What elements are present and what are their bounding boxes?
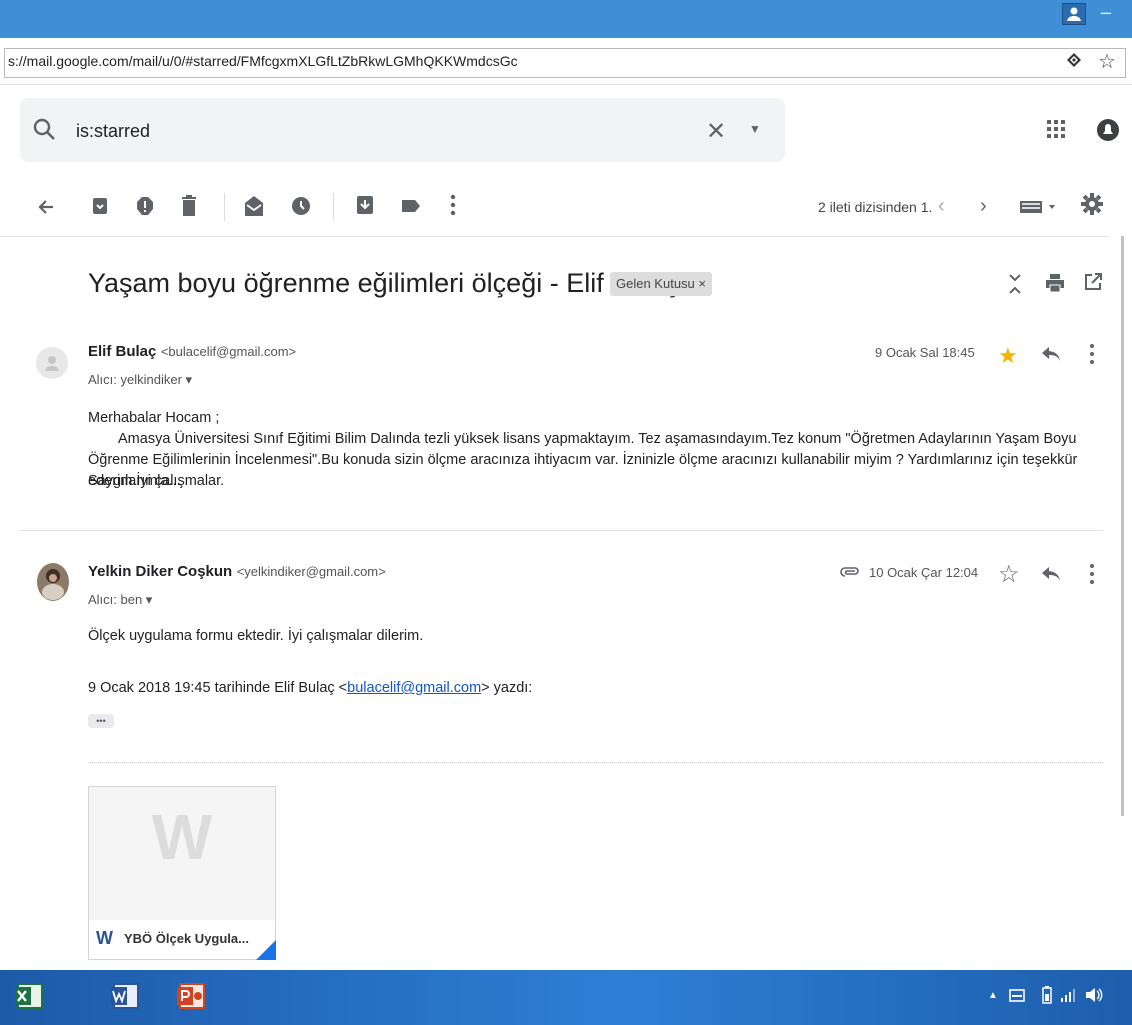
label-icon[interactable] <box>401 198 421 219</box>
previous-page-button[interactable]: ‹ <box>938 195 945 218</box>
archive-icon[interactable] <box>92 196 108 221</box>
search-icon[interactable] <box>32 117 58 143</box>
sender-name[interactable]: Elif Bulaç <box>88 343 156 360</box>
sender-line: Elif Bulaç <bulacelif@gmail.com> <box>88 343 296 361</box>
report-spam-icon[interactable] <box>136 196 154 221</box>
minimize-button[interactable]: – <box>1096 2 1116 22</box>
search-options-icon[interactable]: ▼ <box>749 122 761 136</box>
sender-avatar-photo[interactable] <box>36 562 70 607</box>
quoted-header: 9 Ocak 2018 19:45 tarihinde Elif Bulaç <… <box>88 678 532 699</box>
sender-line: Yelkin Diker Coşkun <yelkindiker@gmail.c… <box>88 563 386 581</box>
next-page-button[interactable]: › <box>980 195 987 218</box>
tray-network-icon[interactable] <box>1009 988 1025 1009</box>
inbox-label-chip[interactable]: Gelen Kutusu × <box>610 272 712 296</box>
toolbar-divider <box>0 236 1110 237</box>
attachment-filename[interactable]: YBÖ Ölçek Uygula... <box>124 931 249 946</box>
search-input[interactable]: is:starred <box>76 121 150 142</box>
attachment-preview-letter: W <box>151 801 213 873</box>
word-taskbar-icon[interactable] <box>110 982 140 1015</box>
window-titlebar <box>0 0 1132 38</box>
message-divider <box>20 530 1103 531</box>
toolbar-separator <box>333 193 334 221</box>
url-text[interactable]: s://mail.google.com/mail/u/0/#starred/FM… <box>8 53 518 69</box>
taskbar <box>0 970 1132 1025</box>
account-icon[interactable] <box>1096 117 1120 143</box>
star-icon-empty[interactable]: ☆ <box>998 560 1020 589</box>
print-icon[interactable] <box>1045 273 1065 298</box>
excel-taskbar-icon[interactable] <box>14 982 44 1015</box>
input-tools-icon[interactable] <box>1019 198 1057 219</box>
quote-suffix: > yazdı: <box>481 680 533 696</box>
apps-grid-icon[interactable] <box>1046 119 1066 139</box>
bookmark-star-icon[interactable]: ☆ <box>1098 49 1116 74</box>
quote-prefix: 9 Ocak 2018 19:45 tarihinde Elif Bulaç < <box>88 680 348 696</box>
sender-email: <bulacelif@gmail.com> <box>160 344 297 359</box>
move-to-icon[interactable] <box>356 195 374 220</box>
reply-icon[interactable] <box>1041 566 1061 587</box>
thread-subject: Yaşam boyu öğrenme eğilimleri ölçeği - E… <box>88 268 679 298</box>
quoted-email-link[interactable]: bulacelif@gmail.com <box>347 680 481 696</box>
show-hidden-icons-arrow[interactable]: ▲ <box>988 990 998 1001</box>
more-options-icon[interactable] <box>450 194 456 221</box>
recipient-line[interactable]: Alıcı: yelkindiker ▾ <box>88 372 192 388</box>
back-arrow-icon[interactable] <box>36 193 56 226</box>
attachment-corner-icon <box>256 940 276 965</box>
reply-icon[interactable] <box>1041 346 1061 367</box>
message-date: 9 Ocak Sal 18:45 <box>875 345 975 360</box>
message-more-icon[interactable] <box>1089 343 1095 370</box>
message-body-paragraph: Amasya Üniversitesi Sınıf Eğitimi Bilim … <box>88 431 1078 489</box>
star-icon-filled[interactable]: ★ <box>998 343 1018 369</box>
user-profile-icon[interactable] <box>1062 3 1086 25</box>
message-body-line: Merhabalar Hocam ; <box>88 410 220 426</box>
toolbar-separator <box>224 193 225 221</box>
pagination-text: 2 ileti dizisinden 1. <box>818 199 933 215</box>
powerpoint-taskbar-icon[interactable] <box>176 982 206 1015</box>
tray-battery-icon[interactable] <box>1042 986 1052 1009</box>
message-date: 10 Ocak Çar 12:04 <box>869 565 979 580</box>
message-body-line: Ölçek uygulama formu ektedir. İyi çalışm… <box>88 628 424 644</box>
settings-gear-icon[interactable] <box>1081 193 1103 220</box>
attachment-clip-icon <box>840 565 860 583</box>
sender-name[interactable]: Yelkin Diker Coşkun <box>88 563 232 580</box>
delete-icon[interactable] <box>181 195 197 222</box>
recipient-line[interactable]: Alıcı: ben ▾ <box>88 592 152 608</box>
snooze-icon[interactable] <box>291 196 311 221</box>
sender-email: <yelkindiker@gmail.com> <box>236 564 386 579</box>
scrollbar-thumb[interactable] <box>1121 236 1124 816</box>
tray-volume-icon[interactable] <box>1085 987 1103 1008</box>
extension-icon[interactable] <box>1066 52 1082 72</box>
message-more-icon[interactable] <box>1089 563 1095 590</box>
open-in-new-window-icon[interactable] <box>1084 273 1102 296</box>
tray-signal-icon[interactable] <box>1060 988 1076 1007</box>
attachments-divider <box>88 762 1103 763</box>
word-doc-icon: W <box>96 928 113 948</box>
message-body-signoff: Saygılarımla... <box>88 473 181 489</box>
clear-search-icon[interactable]: ✕ <box>706 117 726 146</box>
mark-unread-icon[interactable] <box>244 195 264 222</box>
collapse-all-icon[interactable] <box>1008 272 1022 301</box>
show-trimmed-content-button[interactable]: ••• <box>88 714 114 728</box>
sender-avatar[interactable] <box>36 347 68 384</box>
